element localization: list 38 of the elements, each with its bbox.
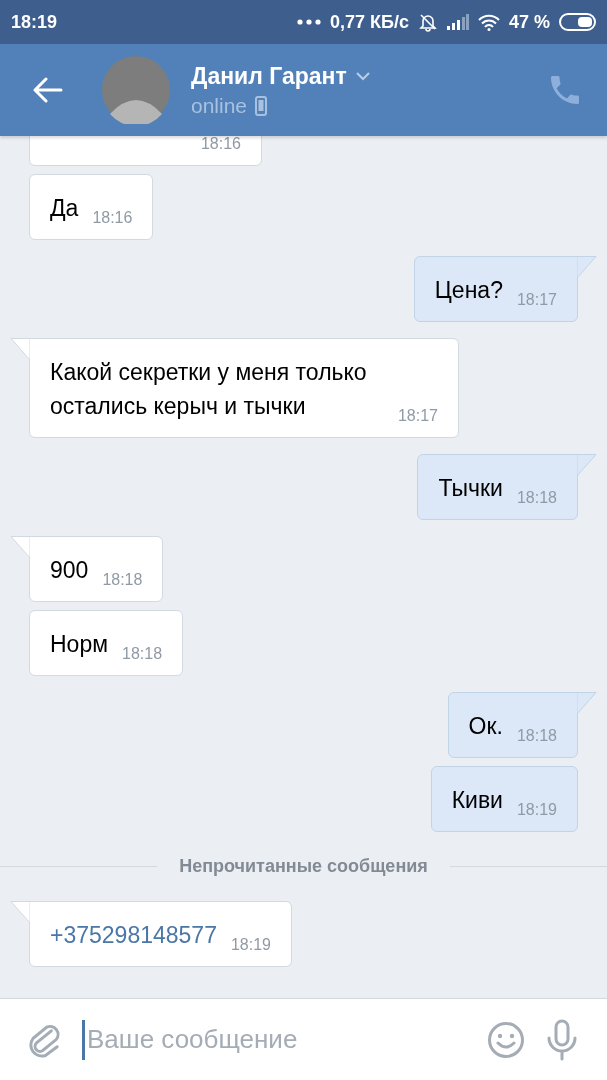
chevron-down-icon[interactable] <box>354 71 371 81</box>
phone-link[interactable]: +375298148577 <box>50 918 217 952</box>
message-text: Киви <box>451 786 503 815</box>
message-text: Да <box>50 194 79 223</box>
wifi-icon <box>477 13 500 31</box>
message-time: 18:17 <box>516 291 557 309</box>
message-time: 18:18 <box>516 727 557 745</box>
unread-divider-label: Непрочитанные сообщения <box>179 856 428 877</box>
message-time: 18:16 <box>200 136 241 153</box>
message-text: Цена? <box>434 276 503 305</box>
message-time: 18:18 <box>102 571 143 589</box>
message-text: Ок. <box>468 712 503 741</box>
message-time: 18:16 <box>92 209 133 227</box>
message-time: 18:18 <box>122 645 163 663</box>
battery-percent: 47 % <box>508 11 550 33</box>
contact-name[interactable]: Данил Гарант <box>191 62 347 90</box>
message-text: Норм <box>50 630 108 659</box>
message-composer[interactable]: Ваше сообщение <box>0 998 607 1080</box>
microphone-icon[interactable] <box>545 1018 579 1061</box>
message-text: Какой секретки у меня только остались керыч и тычки <box>50 358 368 421</box>
message-text: Тычки <box>438 474 503 503</box>
status-time: 18:19 <box>11 11 58 33</box>
battery-icon <box>559 13 597 31</box>
network-speed: 0,77 КБ/с <box>330 11 409 33</box>
avatar[interactable] <box>102 56 170 124</box>
emoji-icon[interactable] <box>487 1020 525 1059</box>
muted-bell-icon <box>417 12 438 32</box>
signal-icon <box>446 14 469 30</box>
message-time: 18:17 <box>397 407 438 425</box>
message-time: 18:19 <box>516 801 557 819</box>
online-status: online <box>191 93 248 118</box>
message-time: 18:19 <box>230 936 271 954</box>
phone-device-icon <box>255 95 268 116</box>
message-text: 900 <box>50 556 89 585</box>
more-icon <box>297 19 321 25</box>
phone-icon[interactable] <box>551 76 579 104</box>
text-cursor <box>82 1019 85 1060</box>
message-time: 18:18 <box>516 489 557 507</box>
